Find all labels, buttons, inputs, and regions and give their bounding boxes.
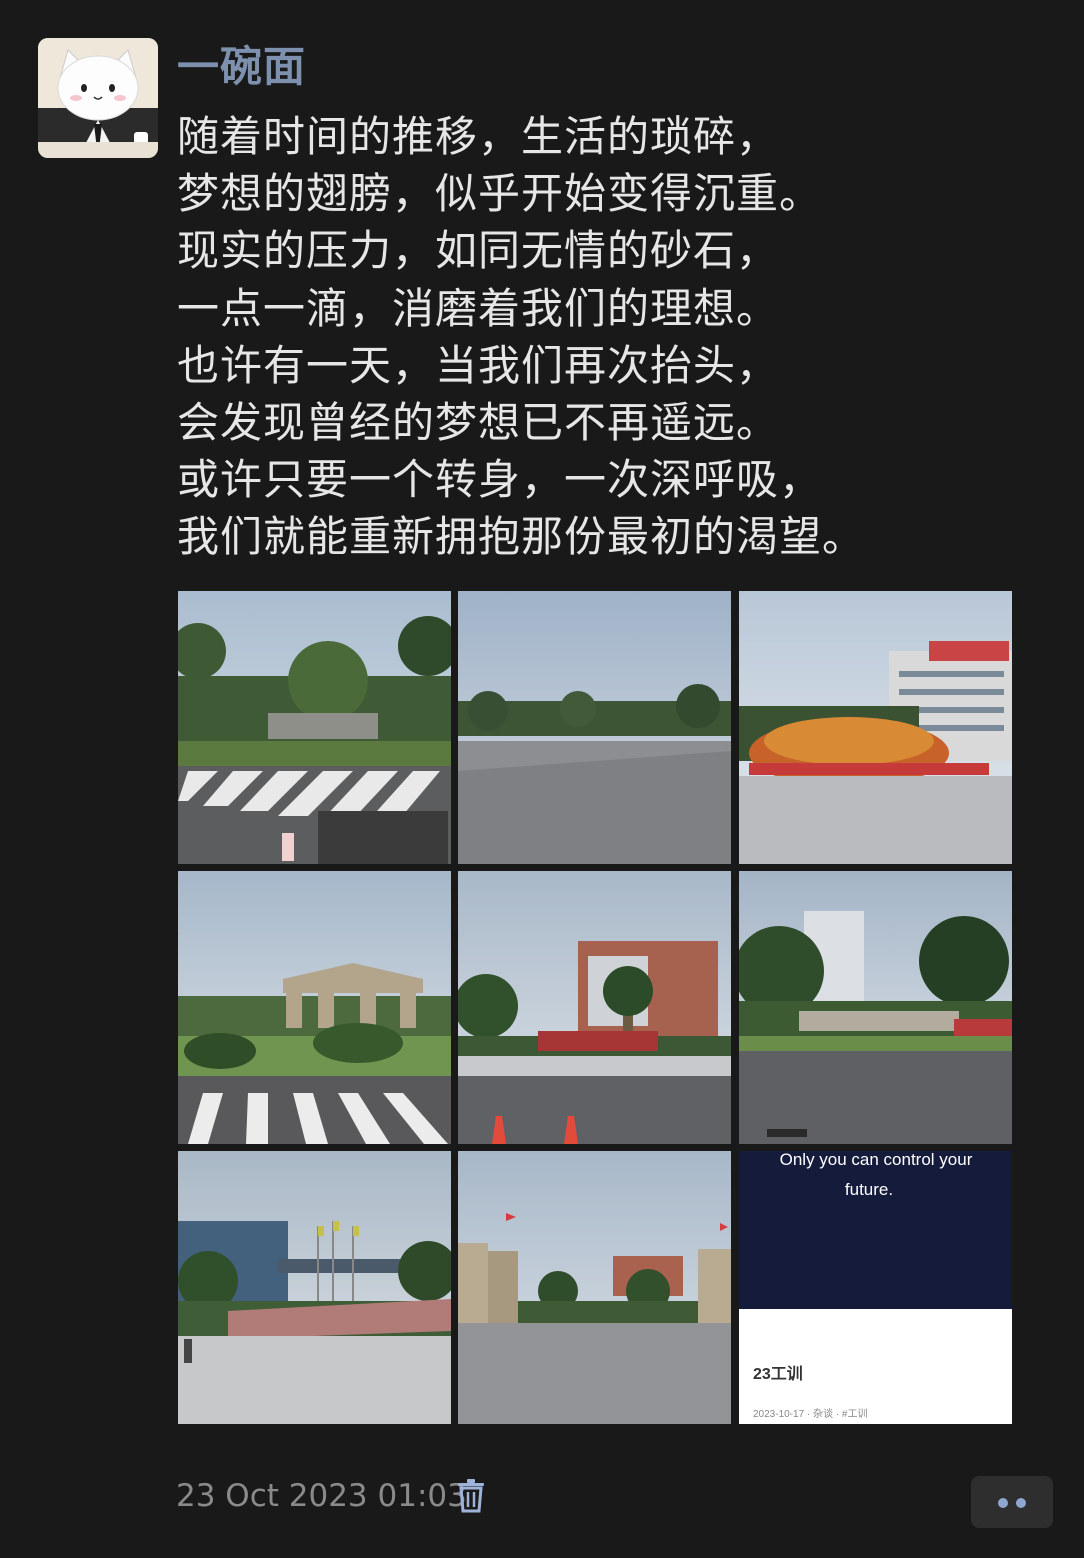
photo-thumbnail[interactable]	[178, 591, 451, 864]
card-title: 23工训	[753, 1365, 803, 1383]
moment-post: 一碗面 随着时间的推移，生活的琐碎， 梦想的翅膀，似乎开始变得沉重。 现实的压力…	[0, 0, 1084, 1558]
post-text-line: 一点一滴，消磨着我们的理想。	[177, 283, 780, 333]
post-text-line: 梦想的翅膀，似乎开始变得沉重。	[177, 169, 823, 219]
card-quote-line: Only you can control your	[780, 1151, 973, 1169]
post-text-line: 或许只要一个转身，一次深呼吸，	[177, 455, 823, 505]
photo-thumbnail[interactable]	[458, 1151, 731, 1424]
photo-thumbnail[interactable]	[739, 871, 1012, 1144]
photo-thumbnail[interactable]	[178, 871, 451, 1144]
more-actions-button[interactable]	[971, 1476, 1053, 1528]
card-meta: 2023-10-17 · 杂谈 · #工训	[753, 1407, 868, 1420]
card-quote-line: future.	[845, 1180, 893, 1199]
photo-thumbnail[interactable]	[178, 1151, 451, 1424]
post-text: 随着时间的推移，生活的琐碎， 梦想的翅膀，似乎开始变得沉重。 现实的压力，如同无…	[177, 108, 1057, 566]
post-text-line: 我们就能重新拥抱那份最初的渴望。	[177, 512, 866, 562]
cat-avatar-icon	[38, 38, 158, 158]
post-text-line: 随着时间的推移，生活的琐碎，	[177, 112, 780, 161]
trash-icon[interactable]	[456, 1479, 486, 1513]
post-text-line: 也许有一天，当我们再次抬头，	[177, 340, 780, 390]
post-text-line: 现实的压力，如同无情的砂石，	[177, 226, 780, 276]
post-text-line: 会发现曾经的梦想已不再遥远。	[177, 398, 780, 448]
author-name[interactable]: 一碗面	[177, 40, 306, 94]
photo-thumbnail[interactable]: Only you can control your future. 23工训 2…	[739, 1151, 1012, 1424]
photo-grid: Only you can control your future. 23工训 2…	[178, 591, 1012, 1424]
more-dots-icon	[1016, 1498, 1026, 1508]
photo-thumbnail[interactable]	[458, 871, 731, 1144]
photo-thumbnail[interactable]	[458, 591, 731, 864]
avatar[interactable]	[38, 38, 158, 158]
more-dots-icon	[998, 1498, 1008, 1508]
photo-thumbnail[interactable]	[739, 591, 1012, 864]
post-timestamp: 23 Oct 2023 01:03	[176, 1478, 467, 1514]
